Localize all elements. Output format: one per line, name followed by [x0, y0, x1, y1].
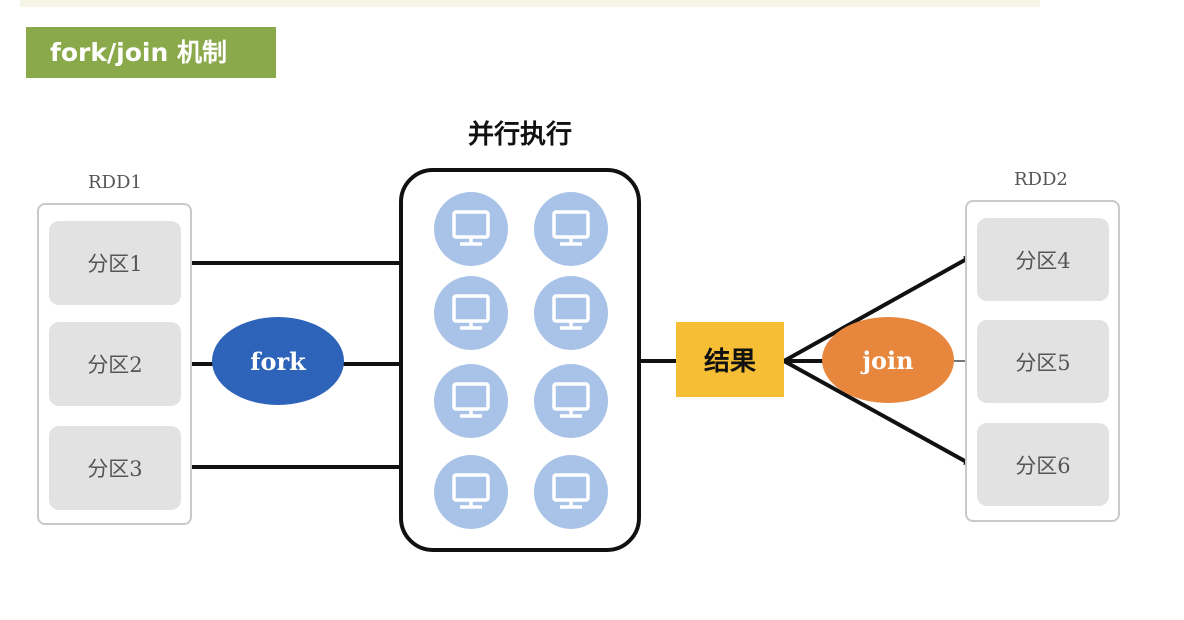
monitor-icon: [449, 472, 493, 512]
result-box: 结果: [676, 322, 784, 397]
partition-1: 分区1: [49, 221, 181, 305]
monitor-icon: [449, 293, 493, 333]
partition-5: 分区5: [977, 320, 1109, 403]
monitor-icon: [449, 381, 493, 421]
monitor-icon: [449, 209, 493, 249]
partition-4: 分区4: [977, 218, 1109, 301]
compute-node: [534, 276, 608, 350]
compute-node: [434, 455, 508, 529]
rdd1-label: RDD1: [88, 172, 142, 193]
compute-node: [534, 364, 608, 438]
partition-6: 分区6: [977, 423, 1109, 506]
monitor-icon: [549, 381, 593, 421]
monitor-icon: [549, 209, 593, 249]
rdd2-label: RDD2: [1014, 169, 1068, 190]
compute-node: [434, 276, 508, 350]
partition-2: 分区2: [49, 322, 181, 406]
compute-node: [534, 455, 608, 529]
join-node: join: [822, 317, 954, 403]
compute-node: [434, 192, 508, 266]
diagram-canvas: fork/join 机制 并行执行 RDD1 分区1 分区2 分区3 fork …: [0, 0, 1184, 620]
fork-node: fork: [212, 317, 344, 405]
monitor-icon: [549, 472, 593, 512]
compute-node: [434, 364, 508, 438]
monitor-icon: [549, 293, 593, 333]
partition-3: 分区3: [49, 426, 181, 510]
compute-node: [534, 192, 608, 266]
